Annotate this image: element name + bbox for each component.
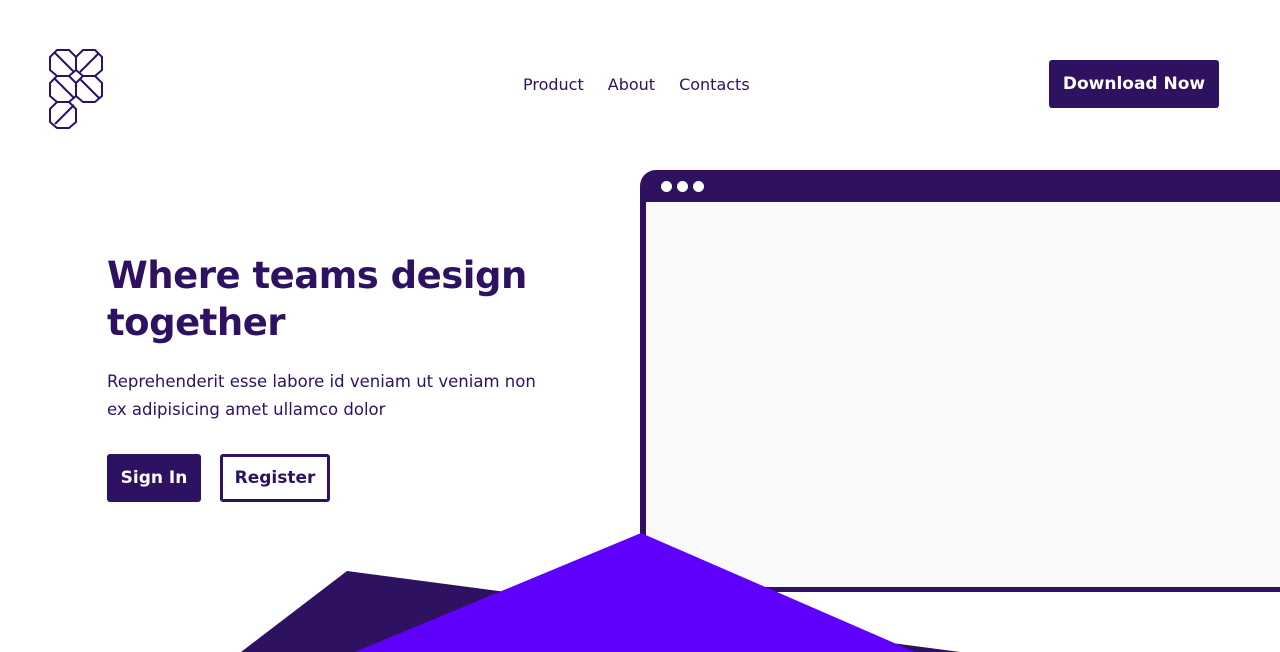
nav-item-about[interactable]: About: [608, 74, 655, 96]
window-dots-icon: [661, 181, 704, 192]
register-button[interactable]: Register: [220, 454, 330, 502]
landing-page: Product About Contacts Download Now Wher…: [0, 0, 1280, 652]
browser-mockup: [640, 170, 1280, 592]
hero-title: Where teams design together: [107, 254, 527, 344]
main-nav: Product About Contacts: [523, 74, 750, 96]
nav-item-contacts[interactable]: Contacts: [679, 74, 750, 96]
browser-viewport: [646, 202, 1280, 587]
download-now-button[interactable]: Download Now: [1049, 60, 1219, 108]
window-dot: [693, 181, 704, 192]
sign-in-button[interactable]: Sign In: [107, 454, 201, 502]
figma-style-logo-icon[interactable]: [48, 48, 106, 130]
window-dot: [677, 181, 688, 192]
nav-item-product[interactable]: Product: [523, 74, 584, 96]
hero-description: Reprehenderit esse labore id veniam ut v…: [107, 372, 536, 419]
window-dot: [661, 181, 672, 192]
